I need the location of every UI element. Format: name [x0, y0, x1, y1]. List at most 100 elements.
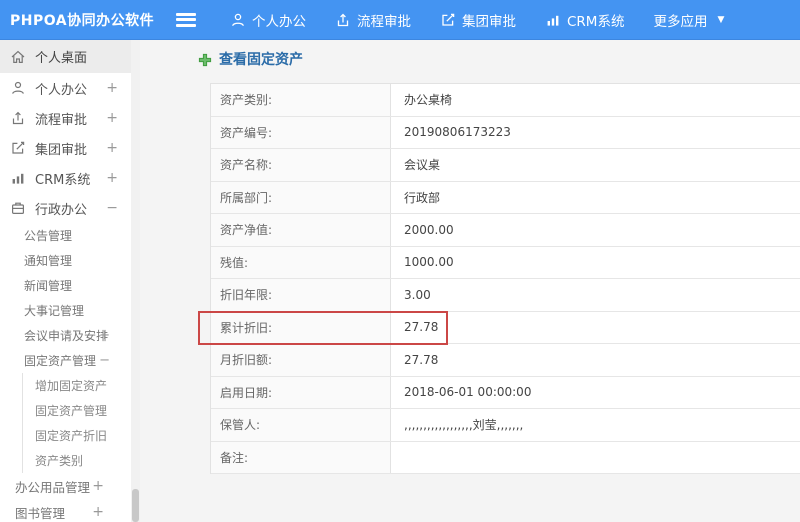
sidebar-item-asset-category[interactable]: 资产类别 — [23, 448, 131, 473]
sidebar-item-label: 固定资产折旧 — [35, 429, 108, 443]
nav-label: 更多应用 — [653, 13, 708, 30]
field-value: 2018-06-01 00:00:00 — [404, 385, 532, 400]
table-row: 所属部门: 行政部 — [211, 181, 800, 214]
user-icon — [230, 12, 246, 28]
expand-plus[interactable]: + — [106, 110, 118, 126]
nav-more-apps[interactable]: 更多应用 ▼ — [647, 10, 730, 30]
asset-detail-table: 资产类别: 办公桌椅 资产编号: 20190806173223 资产名称: 会议桌 所… — [210, 83, 800, 474]
field-value: 3.00 — [404, 287, 431, 302]
table-row: 残值: 1000.00 — [211, 246, 800, 279]
workflow-icon — [10, 110, 26, 126]
sidebar-item-label: 通知管理 — [24, 254, 73, 268]
table-row: 资产净值: 2000.00 — [211, 214, 800, 247]
field-label: 资产类别: — [211, 84, 391, 116]
sidebar-item-fixed-asset-manage[interactable]: 固定资产管理 — [23, 398, 131, 423]
menu-toggle-icon[interactable] — [176, 12, 196, 27]
app-logo: PHPOA协同办公软件 — [10, 12, 155, 29]
expand-minus[interactable]: − — [99, 353, 110, 368]
sidebar-item-label: 固定资产管理 — [24, 354, 97, 368]
sidebar-item-label: 新闻管理 — [24, 279, 73, 293]
field-value: 2000.00 — [404, 222, 454, 237]
field-value — [391, 442, 800, 474]
main-content: 查看固定资产 资产类别: 办公桌椅 资产编号: 20190806173223 资产名… — [140, 40, 800, 522]
sidebar-scrollbar-track[interactable] — [131, 40, 140, 522]
nav-label: 集团审批 — [462, 13, 516, 30]
sidebar-item-fixed-asset-mgmt[interactable]: 固定资产管理 − — [0, 348, 131, 373]
table-row: 资产名称: 会议桌 — [211, 149, 800, 182]
field-label: 启用日期: — [211, 376, 391, 408]
user-icon — [10, 80, 26, 96]
sidebar-item-label: 资产类别 — [35, 454, 84, 468]
table-row: 保管人: ,,,,,,,,,,,,,,,,,,刘莹,,,,,,, — [211, 409, 800, 442]
expand-minus[interactable]: − — [106, 200, 118, 216]
nav-crm[interactable]: CRM系统 — [539, 10, 630, 30]
sidebar-item-workflow-approval[interactable]: 流程审批 + — [0, 103, 131, 133]
field-label: 折旧年限: — [211, 279, 391, 311]
nav-personal-office[interactable]: 个人办公 — [224, 10, 312, 30]
sidebar-item-announcement-mgmt[interactable]: 公告管理 — [0, 223, 131, 248]
admin-office-submenu: 公告管理 通知管理 新闻管理 大事记管理 会议申请及安排 + 固定资产管理 − — [0, 223, 131, 373]
edit-square-icon — [10, 140, 26, 156]
sidebar-item-admin-office[interactable]: 行政办公 − — [0, 193, 131, 223]
field-value: 20190806173223 — [404, 125, 511, 140]
expand-plus[interactable]: + — [92, 478, 104, 494]
nav-group-approval[interactable]: 集团审批 — [434, 10, 522, 30]
sidebar-item-notice-mgmt[interactable]: 通知管理 — [0, 248, 131, 273]
sidebar-item-add-fixed-asset[interactable]: 增加固定资产 — [23, 373, 131, 398]
sidebar-item-label: 办公用品管理 — [15, 479, 91, 495]
nav-label: 流程审批 — [357, 13, 411, 30]
field-label: 资产净值: — [211, 214, 391, 246]
sidebar-item-office-supplies[interactable]: 办公用品管理 + — [0, 473, 131, 499]
field-label: 月折旧额: — [211, 344, 391, 376]
sidebar-scrollbar-thumb[interactable] — [132, 489, 139, 522]
sidebar-item-label: 图书管理 — [15, 505, 66, 521]
expand-plus[interactable]: + — [106, 140, 118, 156]
sidebar-other-items: 办公用品管理 + 图书管理 + — [0, 473, 131, 522]
sidebar-item-label: 流程审批 — [35, 112, 88, 128]
top-header: PHPOA协同办公软件 个人办公 流程审批 集团审批 CRM系统 更多应用 ▼ — [0, 0, 800, 40]
briefcase-icon — [10, 200, 26, 216]
sidebar-item-news-mgmt[interactable]: 新闻管理 — [0, 273, 131, 298]
table-row: 折旧年限: 3.00 — [211, 279, 800, 312]
bar-chart-icon — [10, 170, 26, 186]
sidebar-item-personal-office[interactable]: 个人办公 + — [0, 73, 131, 103]
sidebar-menu: 个人桌面 个人办公 + 流程审批 + 集团审批 + CRM系统 + 行政办公 − — [0, 40, 131, 223]
sidebar-item-label: 固定资产管理 — [35, 404, 108, 418]
page-title-text: 查看固定资产 — [219, 52, 303, 68]
workflow-icon — [335, 12, 351, 28]
expand-plus[interactable]: + — [106, 80, 118, 96]
sidebar: 个人桌面 个人办公 + 流程审批 + 集团审批 + CRM系统 + 行政办公 −… — [0, 40, 140, 522]
field-value: 会议桌 — [404, 158, 441, 173]
field-value: 行政部 — [404, 190, 441, 205]
sidebar-item-label: 个人桌面 — [35, 51, 88, 66]
sidebar-item-fixed-asset-depreciation[interactable]: 固定资产折旧 — [23, 423, 131, 448]
table-row: 启用日期: 2018-06-01 00:00:00 — [211, 376, 800, 409]
top-nav: 个人办公 流程审批 集团审批 CRM系统 更多应用 ▼ — [224, 10, 747, 30]
nav-label: CRM系统 — [567, 13, 625, 30]
expand-plus[interactable]: + — [99, 328, 110, 343]
sidebar-item-label: 大事记管理 — [24, 304, 85, 318]
sidebar-item-label: 增加固定资产 — [35, 379, 108, 393]
sidebar-item-group-approval[interactable]: 集团审批 + — [0, 133, 131, 163]
sidebar-item-label: CRM系统 — [35, 172, 91, 188]
sidebar-item-label: 公告管理 — [24, 229, 73, 243]
sidebar-item-book-mgmt[interactable]: 图书管理 + — [0, 499, 131, 522]
sidebar-item-events-mgmt[interactable]: 大事记管理 — [0, 298, 131, 323]
page-title: 查看固定资产 — [198, 49, 303, 69]
field-label: 资产名称: — [211, 149, 391, 181]
sidebar-item-meeting-request[interactable]: 会议申请及安排 + — [0, 323, 131, 348]
expand-plus[interactable]: + — [106, 170, 118, 186]
table-row: 资产编号: 20190806173223 — [211, 116, 800, 149]
nav-workflow-approval[interactable]: 流程审批 — [329, 10, 417, 30]
sidebar-item-crm[interactable]: CRM系统 + — [0, 163, 131, 193]
expand-plus[interactable]: + — [92, 504, 104, 520]
table-row-accumulated-depreciation: 累计折旧: 27.78 — [211, 311, 800, 344]
sidebar-item-label: 集团审批 — [35, 142, 88, 158]
field-value: 27.78 — [404, 352, 439, 367]
sidebar-item-personal-desktop[interactable]: 个人桌面 — [0, 40, 131, 73]
field-label: 所属部门: — [211, 181, 391, 213]
field-label: 备注: — [211, 441, 391, 473]
home-icon — [10, 49, 26, 65]
field-label: 资产编号: — [211, 116, 391, 148]
sidebar-item-label: 行政办公 — [35, 202, 88, 218]
